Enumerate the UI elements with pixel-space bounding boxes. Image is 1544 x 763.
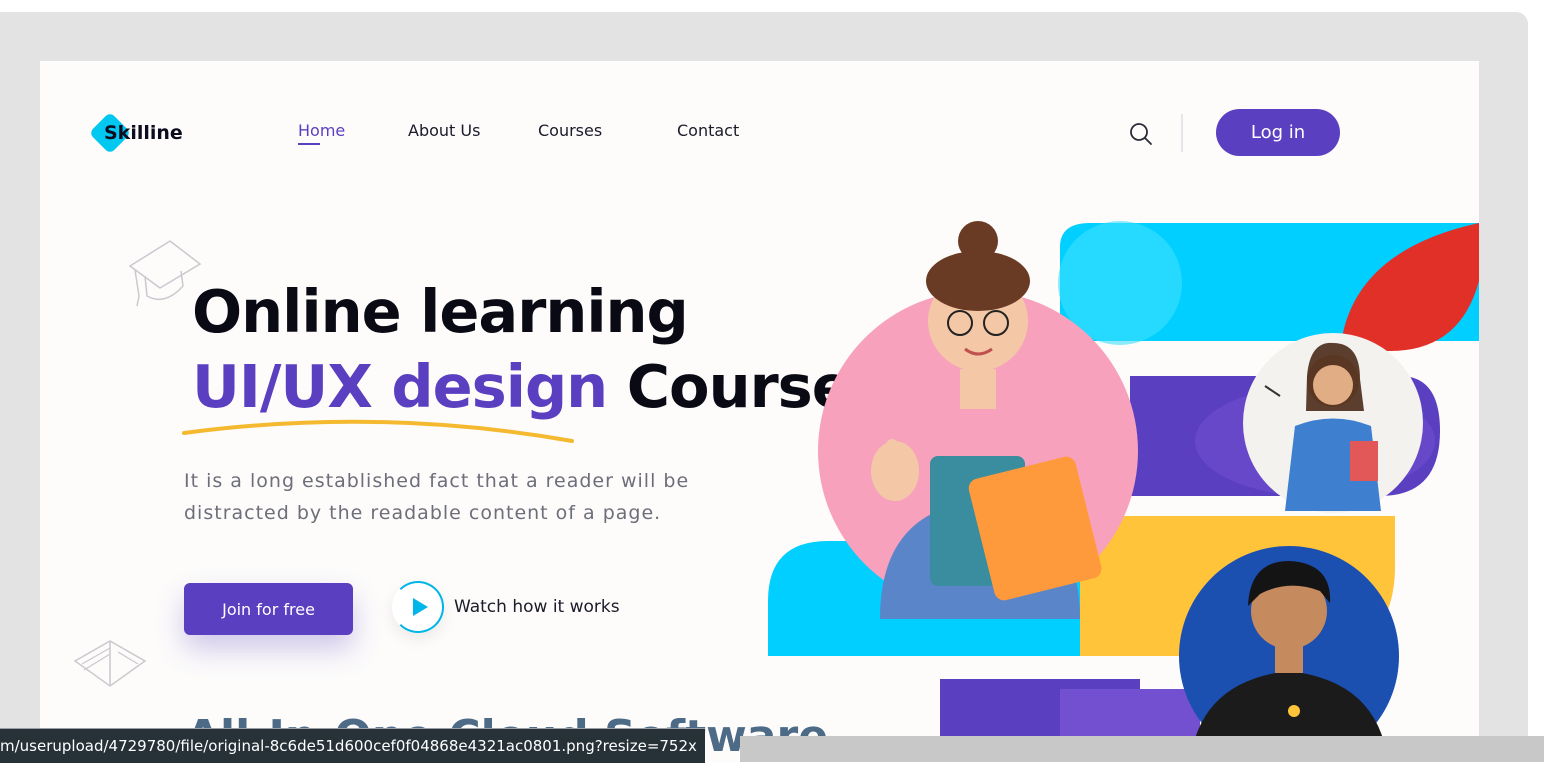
landing-page-screenshot: Skilline Home About Us Courses Contact L… <box>40 61 1479 762</box>
hero-subtitle: It is a long established fact that a rea… <box>184 470 690 524</box>
brand-name: Skilline <box>104 122 183 144</box>
nav-divider <box>1181 114 1183 152</box>
hero-title-accent: UI/UX design <box>192 352 608 421</box>
nav-about-us[interactable]: About Us <box>408 121 480 140</box>
nav-home[interactable]: Home <box>298 121 345 140</box>
hero-underline-stroke <box>182 419 574 443</box>
play-video-button[interactable] <box>392 581 444 633</box>
nav-active-underline <box>298 143 320 145</box>
join-for-free-button[interactable]: Join for free <box>184 583 353 635</box>
hero-title-line1: Online learning <box>192 277 689 346</box>
nav-courses[interactable]: Courses <box>538 121 602 140</box>
hero-title-line2: UI/UX design Course <box>192 352 852 421</box>
book-icon <box>73 640 147 687</box>
status-url-tooltip: m/userupload/4729780/file/original-8c6de… <box>0 728 705 763</box>
login-button[interactable]: Log in <box>1216 109 1340 156</box>
watch-how-it-works-link[interactable]: Watch how it works <box>454 597 620 617</box>
search-icon[interactable] <box>1128 121 1154 147</box>
horizontal-scrollbar[interactable] <box>740 736 1544 762</box>
hero-illustration <box>768 221 1479 762</box>
play-icon <box>413 598 428 616</box>
nav-contact[interactable]: Contact <box>677 121 739 140</box>
